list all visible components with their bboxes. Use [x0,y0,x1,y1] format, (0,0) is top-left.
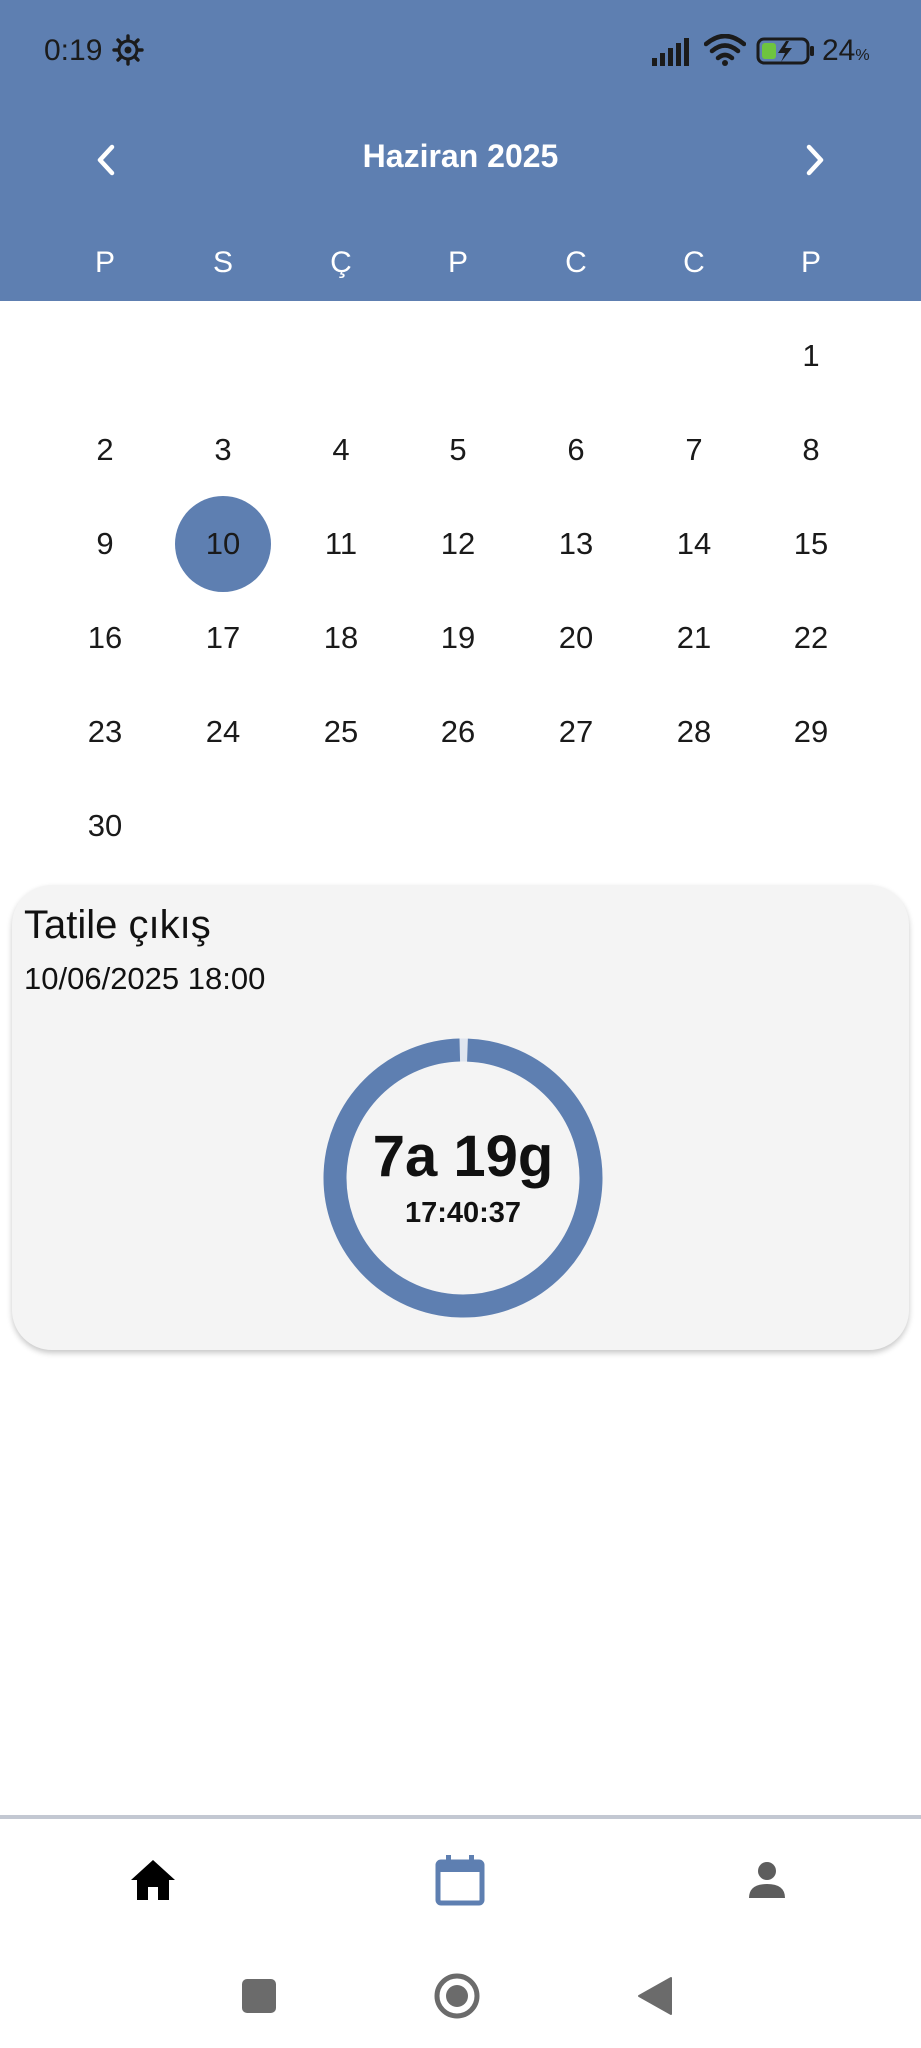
next-month-button[interactable] [785,138,845,182]
status-bar: 0:19 24% [0,0,921,104]
calendar-day[interactable]: 18 [293,590,389,686]
tab-home[interactable] [93,1844,213,1916]
weekday-label: Ç [330,246,352,279]
signal-icon [652,38,689,66]
calendar-day[interactable]: 26 [410,684,506,780]
countdown-time: 17:40:37 [404,1197,522,1229]
home-icon [131,1860,175,1900]
calendar-day[interactable]: 3 [175,402,271,498]
calendar-day[interactable]: 22 [763,590,859,686]
calendar-day[interactable]: 24 [175,684,271,780]
calendar-day[interactable]: 1 [763,308,859,404]
weekday-label: P [800,246,821,279]
calendar-day[interactable]: 25 [293,684,389,780]
weekday-label: P [447,246,468,279]
calendar-day[interactable]: 29 [763,684,859,780]
event-title: Tatile çıkış [24,903,211,947]
settings-gear-icon [112,34,144,66]
calendar-day[interactable]: 19 [410,590,506,686]
calendar-day[interactable]: 5 [410,402,506,498]
calendar-day[interactable]: 8 [763,402,859,498]
calendar-day[interactable]: 20 [528,590,624,686]
calendar-day[interactable]: 6 [528,402,624,498]
battery-percent: 24 [822,34,856,67]
system-home-button[interactable] [427,1966,487,2026]
event-card[interactable]: Tatile çıkış 10/06/2025 18:00 7a 19g 17:… [12,885,909,1350]
square-icon [242,1979,276,2013]
person-icon [749,1862,785,1898]
tab-calendar[interactable] [400,1844,520,1916]
calendar-day[interactable]: 7 [646,402,742,498]
calendar-day[interactable]: 23 [57,684,153,780]
circle-icon [434,1973,480,2019]
battery-level: 24% [822,34,870,68]
weekday-label: S [212,246,233,279]
calendar-day[interactable]: 15 [763,496,859,592]
weekday-label: P [94,246,115,279]
calendar-day[interactable]: 11 [293,496,389,592]
weekday-label: C [565,246,587,279]
calendar-day[interactable]: 30 [57,778,153,874]
weekday-row: P S Ç P C C P [0,246,921,286]
calendar-day[interactable]: 12 [410,496,506,592]
calendar-day[interactable]: 28 [646,684,742,780]
chevron-right-icon [806,144,824,176]
calendar-day[interactable]: 16 [57,590,153,686]
back-triangle-icon [638,1977,672,2015]
recent-apps-button[interactable] [229,1966,289,2026]
calendar-day[interactable]: 27 [528,684,624,780]
countdown-days: 7a 19g [372,1124,554,1189]
tab-profile[interactable] [707,1844,827,1916]
calendar-day[interactable]: 4 [293,402,389,498]
calendar-day[interactable]: 13 [528,496,624,592]
calendar-day[interactable]: 9 [57,496,153,592]
calendar-day[interactable]: 2 [57,402,153,498]
calendar-day[interactable]: 17 [175,590,271,686]
calendar-icon [435,1855,485,1906]
calendar-day-selected[interactable]: 10 [175,496,271,592]
month-title: Haziran 2025 [362,138,559,174]
calendar-day[interactable]: 21 [646,590,742,686]
status-time: 0:19 [44,34,103,67]
calendar-day[interactable]: 14 [646,496,742,592]
system-back-button[interactable] [625,1966,685,2026]
event-datetime: 10/06/2025 18:00 [24,961,266,996]
battery-charging-icon [756,37,814,65]
battery-unit: % [855,47,870,64]
bottom-nav-divider [0,1815,921,1819]
wifi-icon [704,34,746,66]
calendar-header: 0:19 24% Haziran 2025 P S Ç P C C P [0,0,921,301]
weekday-label: C [683,246,705,279]
